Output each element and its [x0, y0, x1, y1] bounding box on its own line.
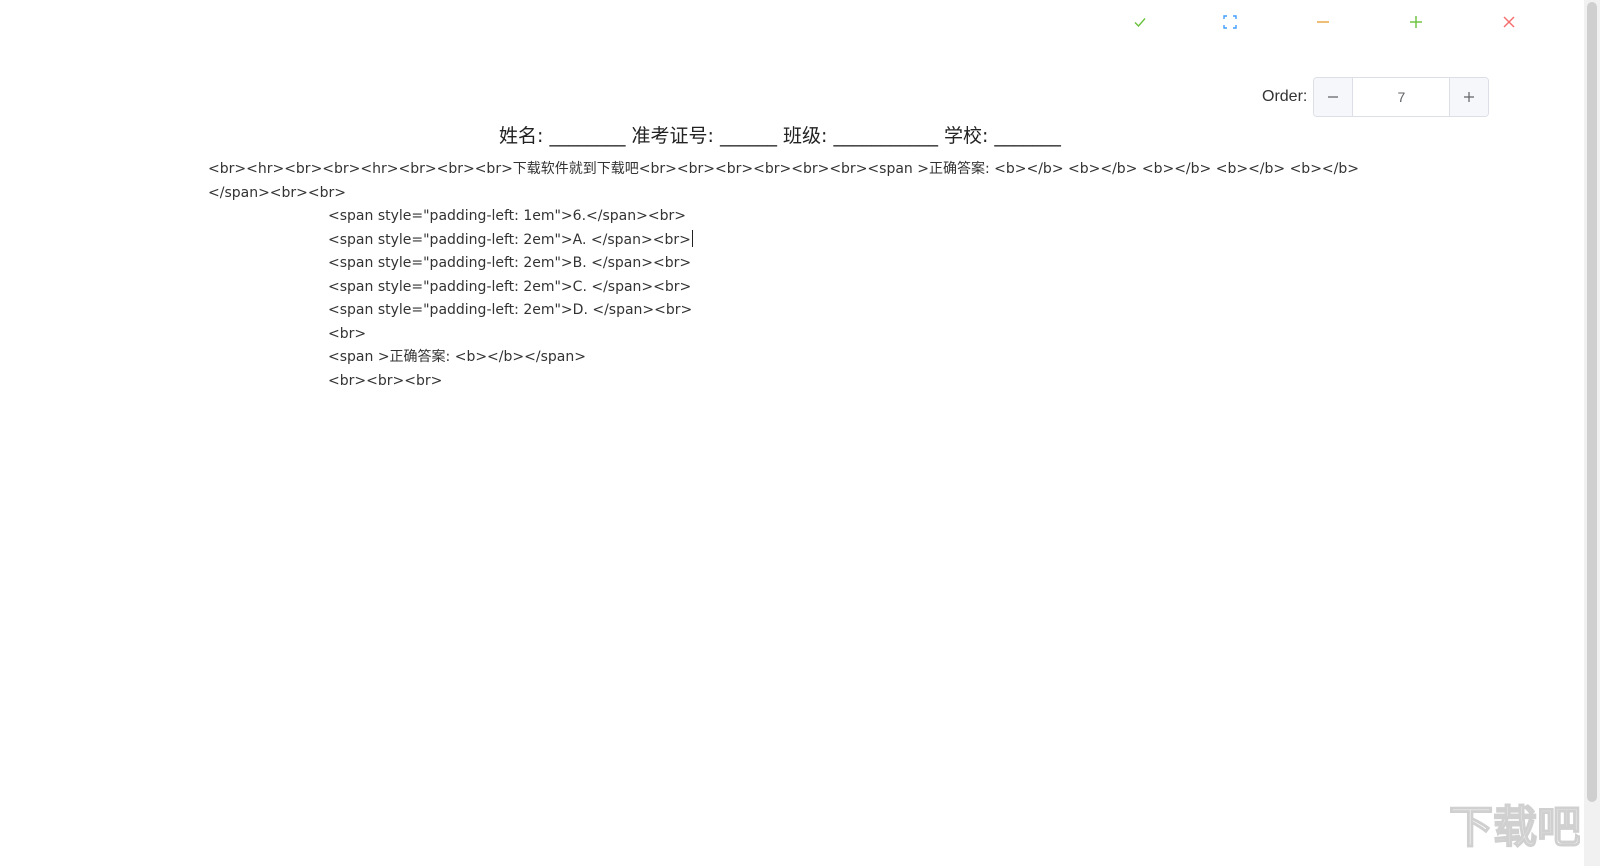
editor-line: <br><br><br> — [328, 372, 443, 389]
order-decrement-button[interactable] — [1314, 78, 1354, 116]
editor-line-text: <span style="padding-left: 2em">A. </spa… — [328, 231, 691, 248]
minimize-icon[interactable] — [1307, 6, 1339, 38]
editor-line: <span style="padding-left: 2em">D. </spa… — [328, 302, 693, 318]
plus-icon — [1464, 92, 1475, 102]
editor-line: <br><hr><br><br><hr><br><br><br>下载软件就到下载… — [208, 161, 1359, 177]
editor-line: <br> — [328, 325, 367, 342]
order-label: Order: — [1262, 88, 1308, 105]
editor-line: <span >正确答案: <b></b></span> — [328, 349, 586, 365]
minus-icon — [1328, 96, 1339, 98]
vertical-scrollbar[interactable] — [1584, 0, 1600, 866]
editor-line: <span style="padding-left: 2em">C. </spa… — [328, 278, 692, 295]
order-stepper — [1313, 77, 1490, 117]
editor-line: <span style="padding-left: 1em">6.</span… — [328, 208, 686, 224]
close-icon[interactable] — [1493, 6, 1525, 38]
window-controls — [1130, 6, 1550, 38]
add-icon[interactable] — [1400, 6, 1432, 38]
editor-line: </span><br><br> — [208, 184, 347, 201]
text-caret — [691, 229, 693, 247]
scrollbar-thumb[interactable] — [1587, 2, 1597, 802]
watermark-logo: 下载吧 — [1450, 801, 1580, 852]
editor-line-active: <span style="padding-left: 2em">A. </spa… — [208, 229, 1348, 253]
order-control: Order: — [1262, 77, 1490, 117]
exam-header-info: 姓名: ________ 准考证号: ______ 班级: __________… — [499, 125, 1061, 147]
html-source-editor[interactable]: <br><hr><br><br><hr><br><br><br>下载软件就到下载… — [208, 158, 1359, 393]
editor-line: <span style="padding-left: 2em">B. </spa… — [328, 255, 692, 271]
order-input[interactable] — [1353, 78, 1450, 116]
check-icon[interactable] — [1124, 6, 1156, 38]
watermark-text: 下载吧 — [1450, 802, 1580, 852]
fullscreen-icon[interactable] — [1214, 6, 1246, 38]
order-increment-button[interactable] — [1449, 78, 1489, 116]
